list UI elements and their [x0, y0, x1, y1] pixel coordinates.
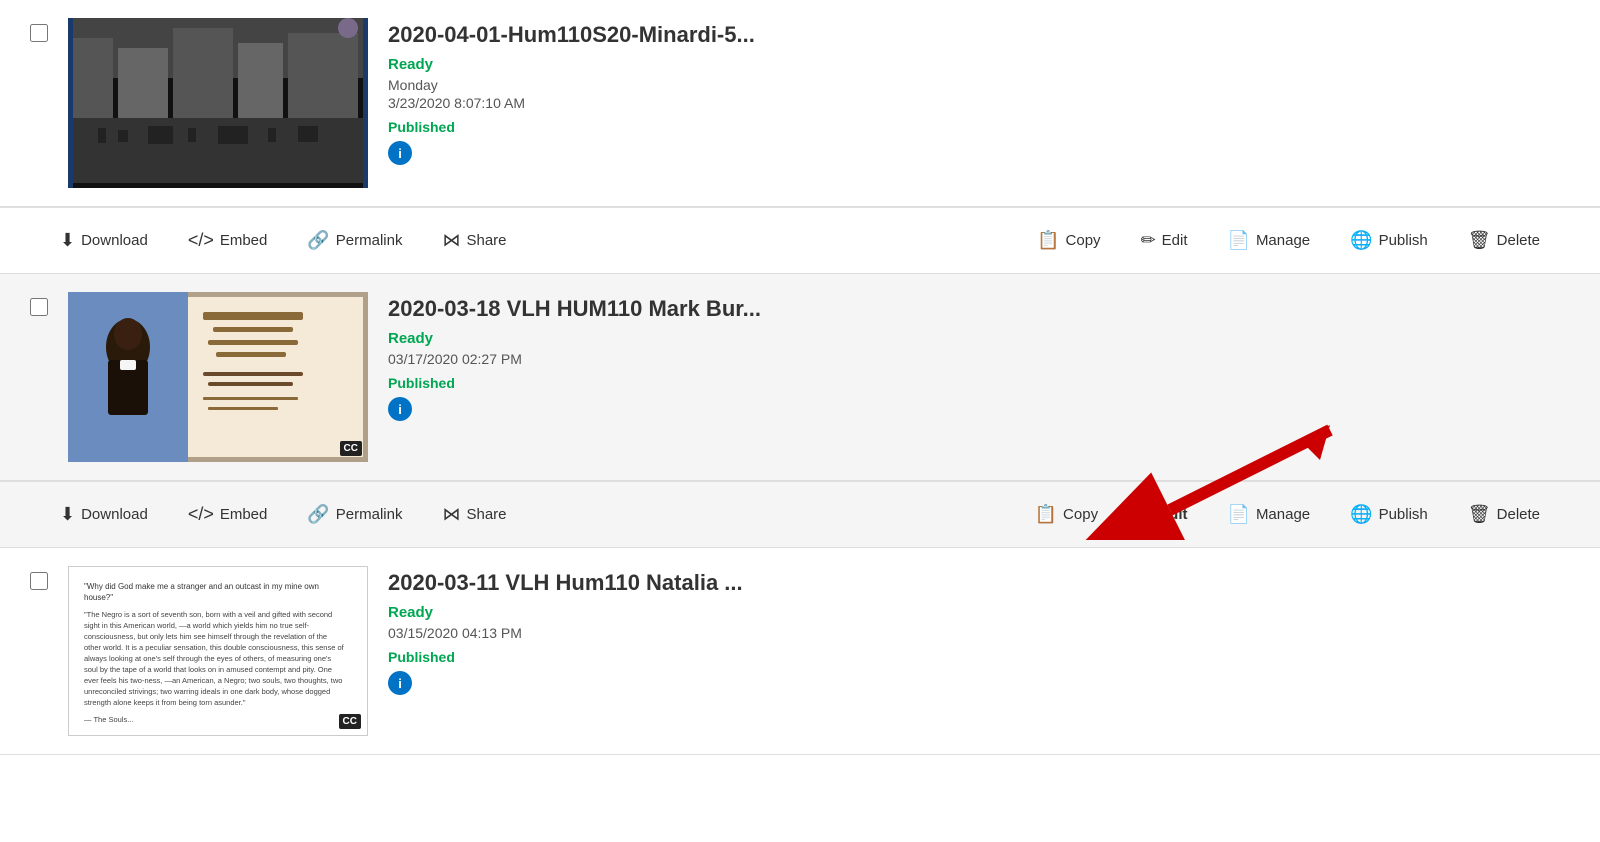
item2-manage-button[interactable]: 📄 Manage [1208, 496, 1331, 533]
manage-icon-2: 📄 [1228, 504, 1250, 525]
media-item-3: "Why did God make me a stranger and an o… [0, 548, 1600, 755]
item1-edit-button[interactable]: ✏ Edit [1121, 222, 1208, 259]
svg-text:unreconciled strivings; two wa: unreconciled strivings; two warring idea… [84, 687, 330, 696]
item2-title: 2020-03-18 VLH HUM110 Mark Bur... [388, 296, 1560, 322]
item2-checkbox[interactable] [30, 298, 48, 316]
item2-info: 2020-03-18 VLH HUM110 Mark Bur... Ready … [388, 292, 1560, 421]
svg-text:strength alone keeps it from b: strength alone keeps it from being torn … [84, 698, 246, 707]
svg-text:always looking at one's self t: always looking at one's self through the… [84, 654, 331, 663]
item1-publish-button[interactable]: 🌐 Publish [1330, 222, 1448, 259]
item1-status: Ready [388, 56, 1560, 73]
svg-text:house?": house?" [84, 593, 113, 602]
item3-info-icon[interactable]: i [388, 671, 412, 695]
share-icon-2: ⋈ [442, 504, 460, 525]
embed-icon-2: </> [188, 504, 214, 525]
item2-publish-button[interactable]: 🌐 Publish [1330, 496, 1448, 533]
item1-checkbox[interactable] [30, 24, 48, 42]
media-item-content-2: CC 2020-03-18 VLH HUM110 Mark Bur... Rea… [0, 274, 1600, 481]
item2-copy-button[interactable]: 📋 Copy [1015, 496, 1118, 533]
copy-icon-2: 📋 [1035, 504, 1057, 525]
svg-text:— The Souls...: — The Souls... [84, 715, 133, 724]
media-item-content-3: "Why did God make me a stranger and an o… [0, 548, 1600, 755]
item1-date: 3/23/2020 8:07:10 AM [388, 95, 1560, 111]
item2-published: Published [388, 375, 1560, 391]
item1-right-actions: 📋 Copy ✏ Edit 📄 Manage 🌐 Publish 🗑 [1017, 222, 1560, 259]
item1-published: Published [388, 119, 1560, 135]
item2-cc-badge: CC [340, 441, 362, 456]
svg-text:ever feels his two-ness, —an A: ever feels his two-ness, —an American, a… [84, 676, 342, 685]
delete-icon-2: 🗑 [1468, 504, 1491, 525]
item3-info: 2020-03-11 VLH Hum110 Natalia ... Ready … [388, 566, 1560, 695]
item1-delete-button[interactable]: 🗑 Delete [1448, 222, 1560, 259]
item2-date: 03/17/2020 02:27 PM [388, 351, 1560, 367]
delete-icon: 🗑 [1468, 230, 1491, 251]
media-list: 2020-04-01-Hum110S20-Minardi-5... Ready … [0, 0, 1600, 755]
item1-info: 2020-04-01-Hum110S20-Minardi-5... Ready … [388, 18, 1560, 165]
item2-right-actions: 📋 Copy ✏ Edit 📄 Manage 🌐 Publish 🗑 [1015, 496, 1560, 533]
svg-text:soul by the tape of a world th: soul by the tape of a world that looks o… [84, 665, 332, 674]
item2-status: Ready [388, 330, 1560, 347]
item2-info-icon[interactable]: i [388, 397, 412, 421]
item2-permalink-button[interactable]: 🔗 Permalink [287, 496, 422, 533]
svg-text:"Why did God make me a strange: "Why did God make me a stranger and an o… [84, 582, 319, 591]
item3-checkbox[interactable] [30, 572, 48, 590]
item1-manage-button[interactable]: 📄 Manage [1208, 222, 1331, 259]
svg-text:sight in this American world,: sight in this American world, —a world w… [84, 621, 310, 630]
share-icon: ⋈ [442, 230, 460, 251]
manage-icon: 📄 [1228, 230, 1250, 251]
item1-day: Monday [388, 77, 1560, 93]
item2-thumbnail: CC [68, 292, 368, 462]
edit-icon-2: ✏ [1138, 504, 1153, 525]
item1-action-bar: ⬇ Download </> Embed 🔗 Permalink ⋈ Share… [0, 207, 1600, 274]
publish-icon-2: 🌐 [1350, 504, 1372, 525]
item3-title: 2020-03-11 VLH Hum110 Natalia ... [388, 570, 1560, 596]
item3-date: 03/15/2020 04:13 PM [388, 625, 1560, 641]
item2-delete-button[interactable]: 🗑 Delete [1448, 496, 1560, 533]
item2-download-button[interactable]: ⬇ Download [40, 496, 168, 533]
item1-title: 2020-04-01-Hum110S20-Minardi-5... [388, 22, 1560, 48]
embed-icon: </> [188, 230, 214, 251]
download-icon: ⬇ [60, 230, 75, 251]
media-item-content-1: 2020-04-01-Hum110S20-Minardi-5... Ready … [0, 0, 1600, 207]
item2-embed-button[interactable]: </> Embed [168, 496, 288, 533]
item3-thumbnail: "Why did God make me a stranger and an o… [68, 566, 368, 736]
media-item-1: 2020-04-01-Hum110S20-Minardi-5... Ready … [0, 0, 1600, 274]
download-icon-2: ⬇ [60, 504, 75, 525]
svg-text:consciousness, but only lets h: consciousness, but only lets him see him… [84, 632, 327, 641]
item2-action-bar: ⬇ Download </> Embed 🔗 Permalink ⋈ Share… [0, 481, 1600, 548]
item1-share-button[interactable]: ⋈ Share [422, 222, 526, 259]
item1-thumbnail [68, 18, 368, 188]
edit-icon: ✏ [1141, 230, 1156, 251]
media-item-2: CC 2020-03-18 VLH HUM110 Mark Bur... Rea… [0, 274, 1600, 548]
item3-status: Ready [388, 604, 1560, 621]
item3-cc-badge: CC [339, 714, 361, 729]
item1-embed-button[interactable]: </> Embed [168, 222, 288, 259]
publish-icon: 🌐 [1350, 230, 1372, 251]
item1-copy-button[interactable]: 📋 Copy [1017, 222, 1120, 259]
item3-published: Published [388, 649, 1560, 665]
permalink-icon-2: 🔗 [307, 504, 329, 525]
copy-icon: 📋 [1037, 230, 1059, 251]
item1-permalink-button[interactable]: 🔗 Permalink [287, 222, 422, 259]
item2-edit-button[interactable]: ✏ Edit [1118, 496, 1207, 533]
svg-text:other world. It is a peculiar: other world. It is a peculiar sensation,… [84, 643, 345, 652]
permalink-icon: 🔗 [307, 230, 329, 251]
item2-share-button[interactable]: ⋈ Share [422, 496, 526, 533]
item1-info-icon[interactable]: i [388, 141, 412, 165]
svg-text:"The Negro is a sort of sevent: "The Negro is a sort of seventh son, bor… [84, 610, 332, 619]
item1-download-button[interactable]: ⬇ Download [40, 222, 168, 259]
